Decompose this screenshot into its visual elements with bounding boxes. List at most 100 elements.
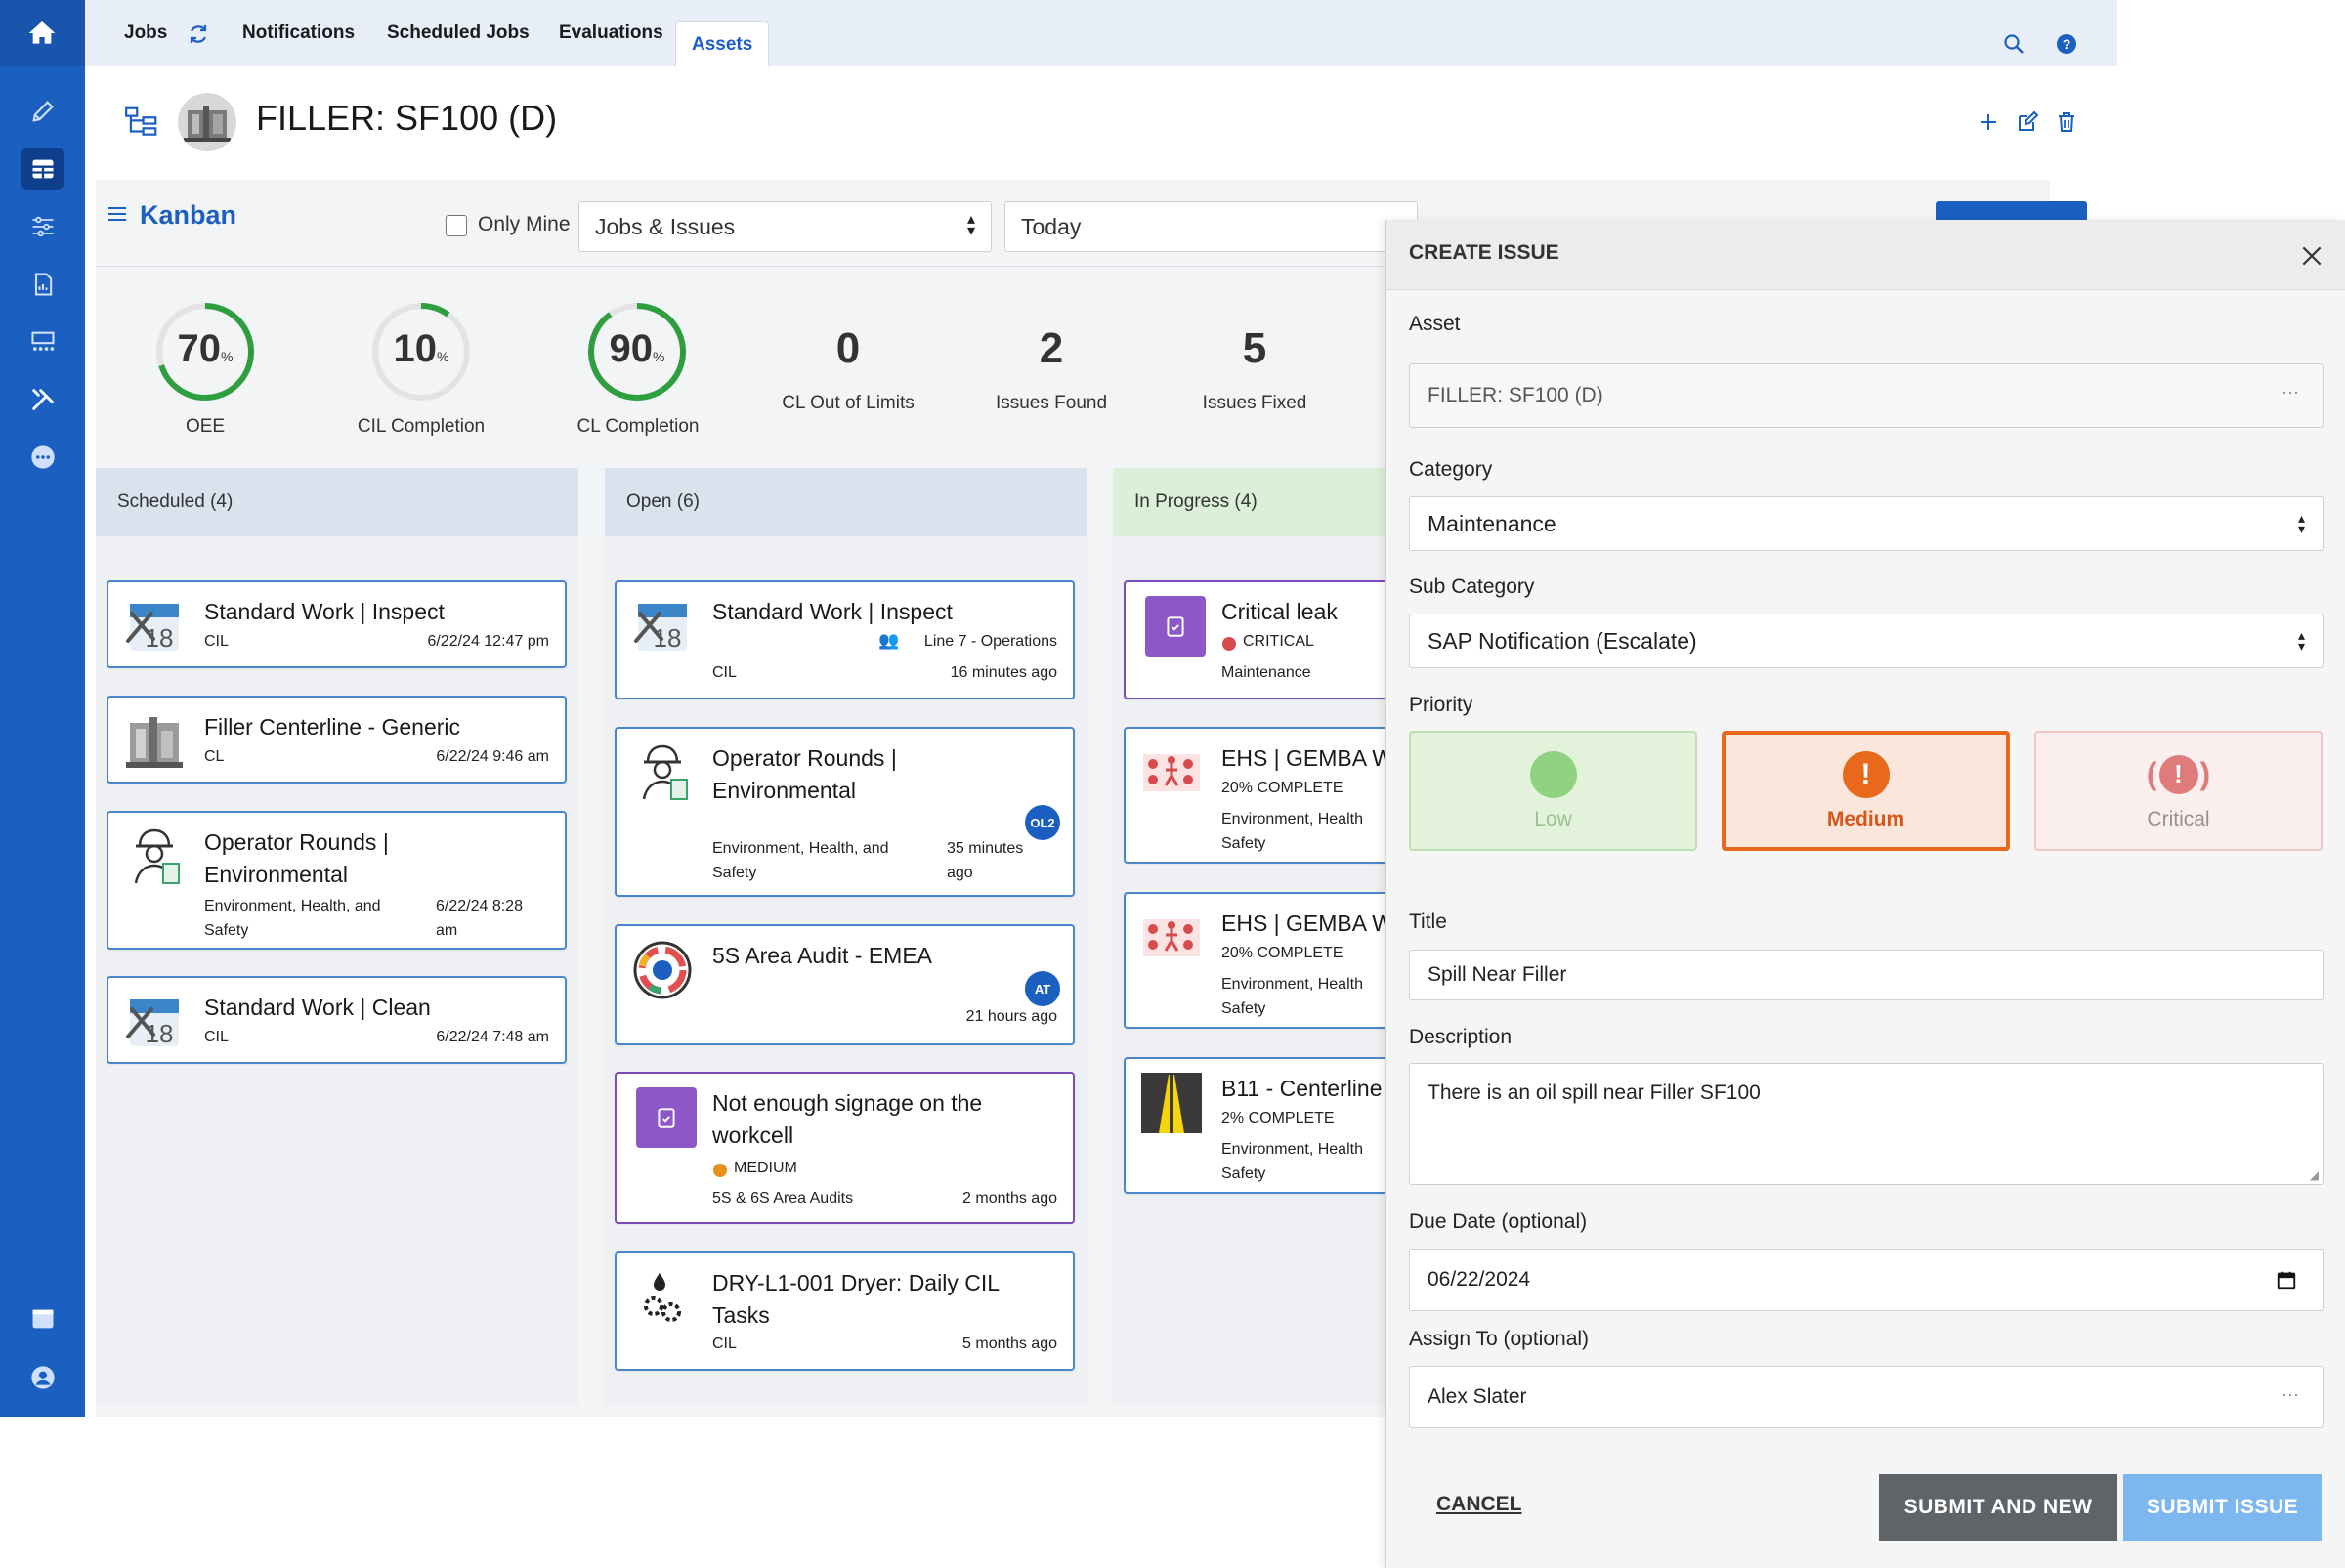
- card-category: Environment, Health Safety: [1221, 976, 1363, 1017]
- subcategory-select-value: SAP Notification (Escalate): [1428, 627, 1697, 654]
- job-card[interactable]: Operator Rounds | Environmental OL2 Envir…: [615, 727, 1075, 897]
- subcategory-select[interactable]: SAP Notification (Escalate) ▴ ▾: [1409, 614, 2324, 668]
- home-button[interactable]: [0, 0, 85, 66]
- job-card[interactable]: Operator Rounds | Environmental Environme…: [107, 811, 567, 950]
- date-select[interactable]: Today: [1004, 201, 1418, 252]
- delete-icon[interactable]: [2055, 110, 2078, 134]
- user-account-icon[interactable]: [21, 1356, 64, 1398]
- card-type: CL: [204, 748, 225, 765]
- road-icon: [1141, 1073, 1202, 1133]
- card-title: EHS | GEMBA W: [1221, 745, 1386, 771]
- job-card[interactable]: 18 Standard Work | Inspect 👥 Line 7 - Op…: [615, 580, 1075, 699]
- submit-issue-button[interactable]: SUBMIT ISSUE: [2123, 1474, 2322, 1541]
- tab-scheduled-jobs[interactable]: Scheduled Jobs: [387, 0, 530, 66]
- tab-label: Scheduled Jobs: [387, 22, 530, 43]
- tab-evaluations[interactable]: Evaluations: [559, 0, 663, 66]
- out-of-limits-value: 0: [835, 324, 861, 372]
- job-card[interactable]: EHS | GEMBA W 20% COMPLETE Environment, …: [1124, 892, 1386, 1029]
- card-title: Operator Rounds | Environmental: [712, 745, 897, 803]
- grid-table-icon[interactable]: [21, 148, 64, 190]
- tools-icon[interactable]: [21, 378, 64, 420]
- column-title: Scheduled (4): [117, 491, 234, 512]
- description-textarea[interactable]: There is an oil spill near Filler SF100 …: [1409, 1063, 2324, 1185]
- edit-icon[interactable]: [2016, 110, 2039, 134]
- column-title: Open (6): [626, 491, 700, 512]
- add-icon[interactable]: [1977, 110, 2000, 134]
- only-mine-checkbox[interactable]: [446, 215, 467, 236]
- close-icon[interactable]: [2299, 243, 2324, 269]
- card-title: EHS | GEMBA W: [1221, 911, 1386, 936]
- priority-low-button[interactable]: Low: [1409, 731, 1697, 851]
- cancel-label: CANCEL: [1436, 1493, 1522, 1515]
- priority-dot: [1222, 637, 1236, 651]
- report-icon[interactable]: [21, 263, 64, 305]
- priority-critical-button[interactable]: (!) Critical: [2034, 731, 2323, 851]
- filter-select[interactable]: Jobs & Issues ▴ ▾: [578, 201, 992, 252]
- card-type: CIL: [204, 1029, 229, 1045]
- asset-field-value: FILLER: SF100 (D): [1428, 384, 1603, 406]
- more-icon[interactable]: [21, 436, 64, 478]
- card-category: 5S & 6S Area Audits: [712, 1190, 854, 1207]
- job-card[interactable]: 5S Area Audit - EMEA AT 21 hours ago: [615, 924, 1075, 1045]
- column-title: In Progress (4): [1134, 491, 1258, 512]
- priority-medium-button[interactable]: ! Medium: [1722, 731, 2010, 851]
- view-title: Kanban: [140, 200, 237, 230]
- calendar-tools-icon: 18: [126, 999, 179, 1048]
- assign-field[interactable]: Alex Slater ···: [1409, 1366, 2324, 1428]
- sliders-icon[interactable]: [21, 205, 64, 247]
- help-icon[interactable]: ?: [2055, 32, 2078, 56]
- resize-grip-icon: ◢: [2309, 1168, 2319, 1182]
- job-card[interactable]: EHS | GEMBA W 20% COMPLETE Environment, …: [1124, 727, 1386, 864]
- card-title: 5S Area Audit - EMEA: [712, 943, 933, 968]
- tab-label: Evaluations: [559, 22, 663, 43]
- issue-card[interactable]: Not enough signage on the workcell MEDIUM…: [615, 1072, 1075, 1224]
- job-card[interactable]: DRY-L1-001 Dryer: Daily CIL Tasks CIL 5 m…: [615, 1251, 1075, 1371]
- priority-option-label: Medium: [1826, 807, 1905, 830]
- submit-and-new-button[interactable]: SUBMIT AND NEW: [1879, 1474, 2117, 1541]
- category-select[interactable]: Maintenance ▴ ▾: [1409, 496, 2324, 551]
- asset-field[interactable]: FILLER: SF100 (D) ···: [1409, 363, 2324, 428]
- filter-select-value: Jobs & Issues: [595, 213, 736, 239]
- select-arrows-icon: ▴ ▾: [2297, 627, 2305, 654]
- assignee-badge: AT: [1025, 971, 1060, 1006]
- assignee-badge: OL2: [1025, 805, 1060, 840]
- tab-jobs[interactable]: Jobs: [124, 0, 167, 66]
- only-mine-label: Only Mine: [478, 213, 571, 235]
- column-header-scheduled[interactable]: Scheduled (4): [96, 468, 578, 536]
- left-nav-rail: [0, 0, 85, 1417]
- search-icon[interactable]: [2002, 32, 2025, 56]
- title-input[interactable]: Spill Near Filler: [1409, 950, 2324, 1000]
- dashboard-icon[interactable]: [21, 320, 64, 362]
- tab-assets[interactable]: Assets: [675, 21, 770, 66]
- priority-option-label: Low: [1534, 807, 1572, 830]
- cancel-button[interactable]: CANCEL: [1436, 1493, 1522, 1516]
- critical-alert-icon: (!): [2147, 751, 2210, 798]
- job-card[interactable]: 18 Standard Work | Clean CIL 6/22/24 7:4…: [107, 976, 567, 1064]
- issue-icon: [1145, 596, 1206, 657]
- blue-action-button[interactable]: [1936, 201, 2087, 221]
- assign-field-value: Alex Slater: [1428, 1385, 1527, 1408]
- refresh-icon[interactable]: [187, 22, 210, 46]
- job-card[interactable]: 18 Standard Work | Inspect CIL 6/22/24 1…: [107, 580, 567, 668]
- due-date-input[interactable]: 06/22/2024: [1409, 1249, 2324, 1311]
- card-title: B11 - Centerline: [1221, 1076, 1383, 1101]
- calendar-icon[interactable]: [2276, 1269, 2297, 1291]
- tab-notifications[interactable]: Notifications: [242, 0, 355, 66]
- asset-label: Asset: [1409, 313, 1461, 335]
- issue-card[interactable]: Critical leak CRITICAL Maintenance: [1124, 580, 1386, 699]
- ellipsis-icon: ···: [2281, 382, 2299, 402]
- card-priority: CRITICAL: [1243, 633, 1314, 650]
- job-card[interactable]: Filler Centerline - Generic CL 6/22/24 9…: [107, 696, 567, 784]
- priority-label: Priority: [1409, 694, 1473, 716]
- job-card[interactable]: B11 - Centerline 2% COMPLETE Environment…: [1124, 1057, 1386, 1194]
- pencil-icon[interactable]: [21, 90, 64, 132]
- column-header-in-progress[interactable]: In Progress (4): [1113, 468, 1386, 536]
- hierarchy-icon[interactable]: [123, 104, 160, 141]
- card-type: CIL: [712, 664, 737, 681]
- window-icon[interactable]: [21, 1297, 64, 1339]
- audit-wheel-icon: [633, 941, 692, 999]
- issues-fixed-label: Issues Fixed: [1202, 393, 1307, 413]
- column-header-open[interactable]: Open (6): [605, 468, 1087, 536]
- card-category: Environment, Health Safety: [1221, 1141, 1363, 1182]
- menu-icon[interactable]: [106, 202, 129, 226]
